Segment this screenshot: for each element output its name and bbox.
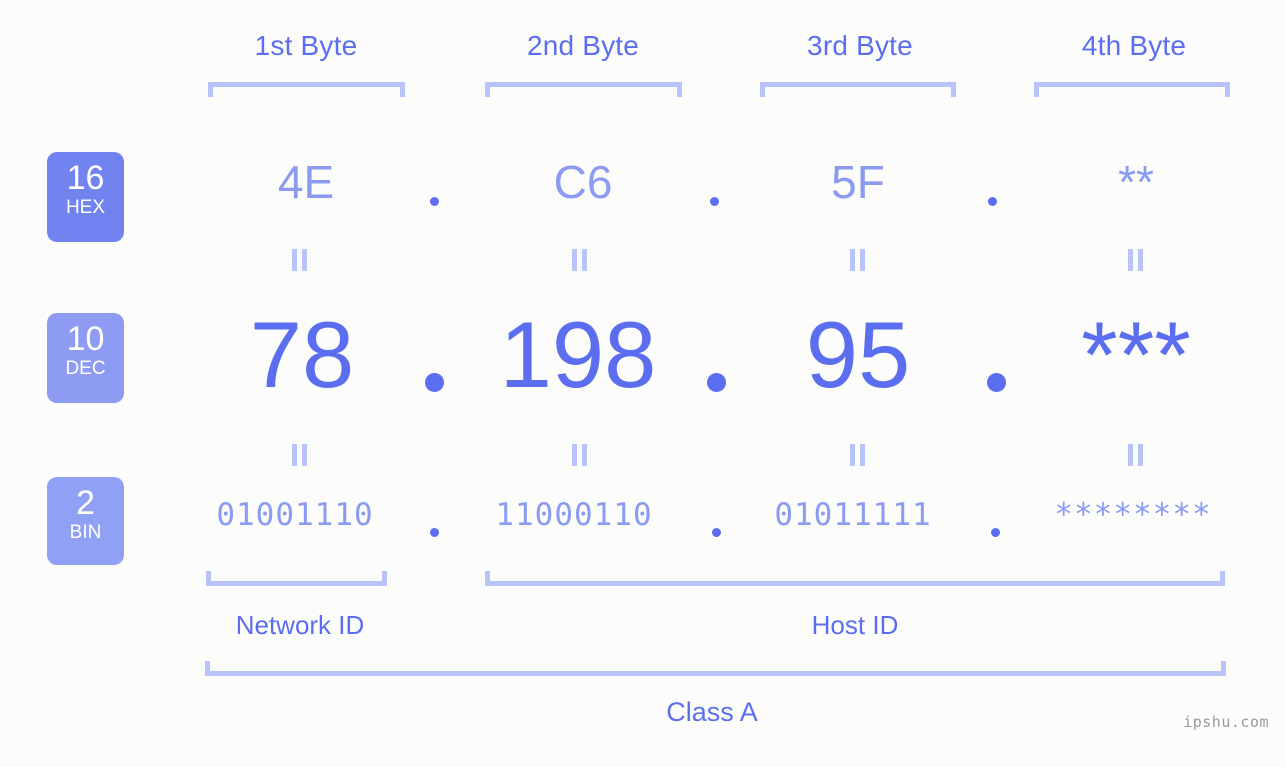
dec-dot-separator-2 (707, 373, 726, 392)
class-label: Class A (666, 697, 758, 727)
bin-dot-separator-3 (991, 528, 1000, 537)
hex-octet-2: C6 (553, 156, 613, 208)
hex-dot-separator-3 (988, 197, 997, 206)
radix-badge-bin-name: BIN (69, 522, 102, 543)
equals-connector-hex-dec-4 (1128, 249, 1144, 271)
hex-dot-separator-2 (710, 197, 719, 206)
equals-connector-dec-bin-4 (1128, 444, 1144, 466)
radix-badge-dec-number: 10 (66, 320, 105, 358)
bin-dot-separator-2 (712, 528, 721, 537)
radix-badge-bin: 2 BIN (47, 477, 124, 565)
dec-octet-3: 95 (805, 302, 911, 407)
hex-dot-separator-1 (430, 197, 439, 206)
hex-octet-1: 4E (277, 156, 335, 208)
equals-connector-hex-dec-1 (292, 249, 308, 271)
byte-bracket-3 (760, 82, 956, 97)
dec-octet-2: 198 (499, 302, 657, 407)
radix-badge-dec-name: DEC (65, 358, 106, 379)
radix-badge-hex-number: 16 (66, 159, 105, 197)
host-id-label: Host ID (811, 610, 899, 640)
network-id-bracket (206, 571, 387, 586)
network-id-label: Network ID (235, 610, 365, 640)
class-bracket (205, 661, 1226, 676)
hex-octet-3: 5F (831, 156, 885, 208)
radix-badge-hex-name: HEX (65, 197, 106, 218)
bin-octet-1: 01001110 (216, 497, 374, 533)
byte-header-label-1: 1st Byte (254, 30, 358, 61)
byte-header-label-4: 4th Byte (1081, 30, 1187, 61)
dec-dot-separator-3 (987, 373, 1006, 392)
byte-header-label-2: 2nd Byte (526, 30, 640, 61)
bin-dot-separator-1 (430, 528, 439, 537)
byte-bracket-1 (208, 82, 405, 97)
radix-badge-hex: 16 HEX (47, 152, 124, 242)
dec-octet-4: *** (1081, 302, 1191, 407)
equals-connector-dec-bin-1 (292, 444, 308, 466)
dec-octet-1: 78 (249, 302, 355, 407)
dec-dot-separator-1 (425, 373, 444, 392)
byte-bracket-2 (485, 82, 682, 97)
bin-octet-2: 11000110 (495, 497, 653, 533)
equals-connector-dec-bin-2 (572, 444, 588, 466)
equals-connector-dec-bin-3 (850, 444, 866, 466)
byte-header-label-3: 3rd Byte (807, 30, 913, 61)
byte-bracket-4 (1034, 82, 1230, 97)
bin-octet-3: 01011111 (774, 497, 932, 533)
equals-connector-hex-dec-2 (572, 249, 588, 271)
ip-address-breakdown-diagram: 1st Byte 2nd Byte 3rd Byte 4th Byte 16 H… (0, 0, 1285, 767)
site-watermark: ipshu.com (1183, 713, 1269, 731)
bin-octet-4: ******** (1054, 497, 1212, 533)
hex-octet-4: ** (1118, 156, 1154, 208)
equals-connector-hex-dec-3 (850, 249, 866, 271)
host-id-bracket (485, 571, 1225, 586)
radix-badge-bin-number: 2 (76, 484, 95, 522)
radix-badge-dec: 10 DEC (47, 313, 124, 403)
